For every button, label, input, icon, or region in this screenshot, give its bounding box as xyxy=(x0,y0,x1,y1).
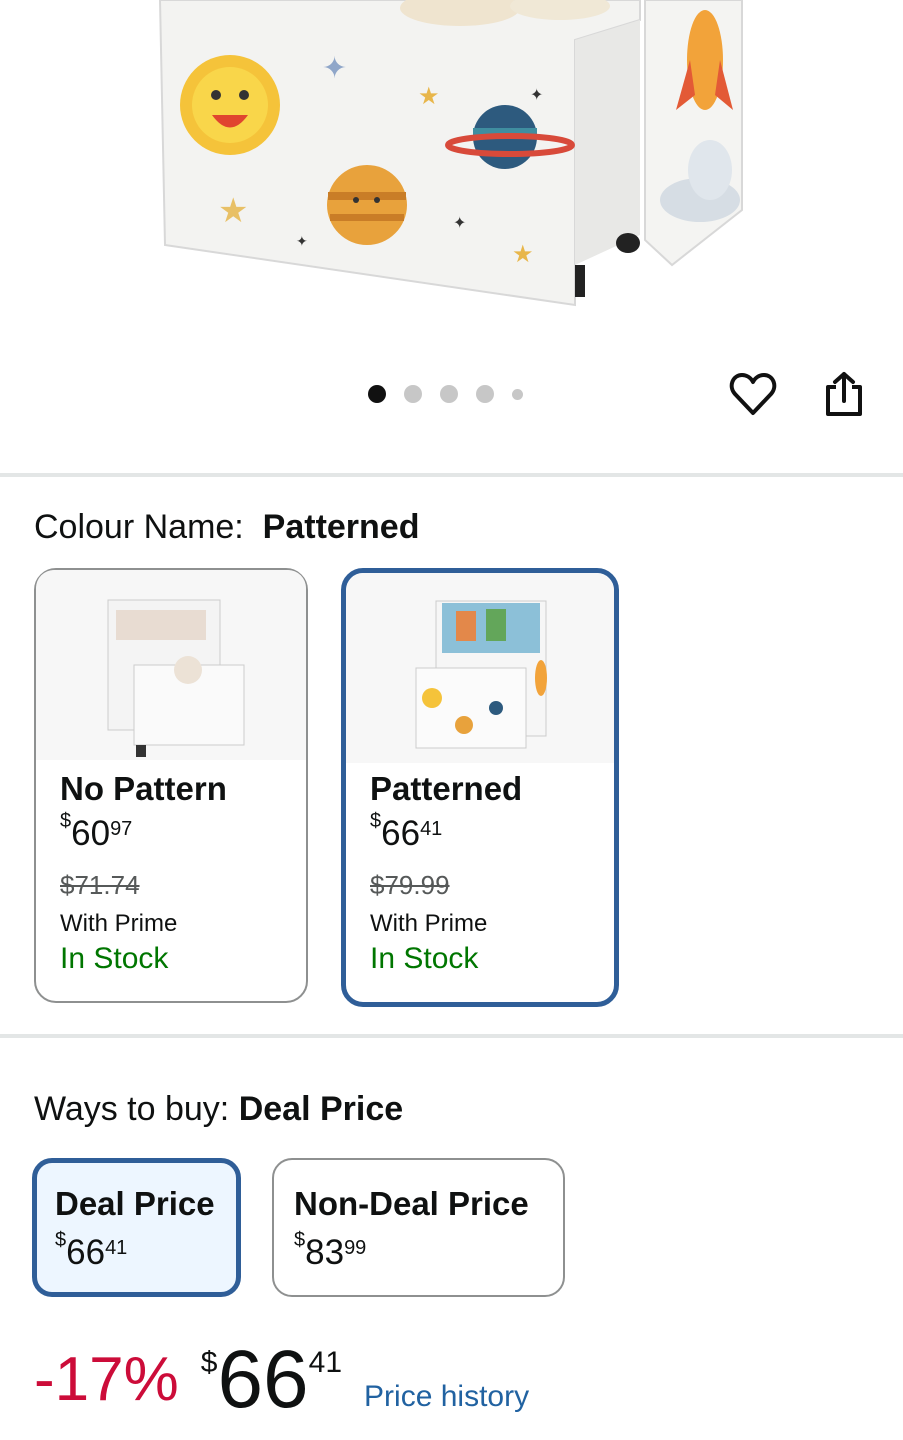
carousel-dot[interactable] xyxy=(404,385,422,403)
section-divider xyxy=(0,473,903,477)
svg-text:★: ★ xyxy=(218,192,248,230)
deal-price-option[interactable]: Deal Price $6641 xyxy=(32,1158,241,1297)
ways-to-buy-heading: Ways to buy: Deal Price xyxy=(34,1090,403,1129)
ways-to-buy-label: Ways to buy: xyxy=(34,1090,230,1128)
colour-option-stock: In Stock xyxy=(370,942,479,975)
colour-option-name: No Pattern xyxy=(60,770,227,807)
current-price: $ 66 41 xyxy=(200,1334,343,1425)
svg-text:✦: ✦ xyxy=(530,87,543,104)
share-icon xyxy=(826,372,862,416)
colour-option-no-pattern[interactable]: No Pattern $6097 $71.74 With Prime In St… xyxy=(34,568,308,1003)
svg-text:★: ★ xyxy=(512,241,534,268)
colour-option-prime: With Prime xyxy=(60,910,178,937)
svg-text:✦: ✦ xyxy=(296,233,308,249)
svg-text:✦: ✦ xyxy=(453,215,466,232)
buy-option-price: $6641 xyxy=(55,1229,128,1272)
product-image[interactable]: ✦ ★ ★ ★ ✦ ✦ ✦ xyxy=(0,0,903,350)
share-button[interactable] xyxy=(818,368,870,420)
colour-option-price: $6097 xyxy=(60,810,133,853)
colour-name-heading: Colour Name: Patterned xyxy=(34,508,419,547)
colour-option-name: Patterned xyxy=(370,770,523,807)
colour-option-stock: In Stock xyxy=(60,942,169,975)
colour-selected-value: Patterned xyxy=(262,508,420,546)
price-summary: -17% $ 66 41 Price history xyxy=(34,1334,529,1425)
colour-label: Colour Name: xyxy=(34,508,244,546)
svg-text:★: ★ xyxy=(418,83,440,110)
colour-thumbnail xyxy=(36,570,306,760)
colour-thumbnail xyxy=(346,573,614,763)
price-history-link[interactable]: Price history xyxy=(364,1380,529,1414)
image-carousel-dots[interactable] xyxy=(368,385,523,403)
buy-option-price: $8399 xyxy=(294,1229,367,1272)
buy-option-name: Non-Deal Price xyxy=(294,1185,529,1222)
section-divider xyxy=(0,1034,903,1038)
wishlist-button[interactable] xyxy=(727,368,779,420)
discount-percentage: -17% xyxy=(34,1345,179,1414)
svg-text:✦: ✦ xyxy=(322,52,347,85)
non-deal-price-option[interactable]: Non-Deal Price $8399 xyxy=(272,1158,565,1297)
carousel-dot[interactable] xyxy=(512,388,523,400)
price-cents: 41 xyxy=(308,1346,343,1379)
colour-option-list-price: $79.99 xyxy=(370,870,450,900)
currency-symbol: $ xyxy=(200,1346,218,1379)
buy-option-name: Deal Price xyxy=(55,1185,215,1222)
colour-option-prime: With Prime xyxy=(370,910,488,937)
carousel-dot[interactable] xyxy=(476,385,494,403)
price-whole: 66 xyxy=(217,1334,309,1425)
ways-to-buy-selected-value: Deal Price xyxy=(238,1090,404,1128)
heart-icon xyxy=(729,373,777,415)
carousel-dot[interactable] xyxy=(368,385,386,403)
carousel-dot[interactable] xyxy=(440,385,458,403)
colour-option-price: $6641 xyxy=(370,810,443,853)
colour-option-list-price: $71.74 xyxy=(60,870,140,900)
colour-option-patterned[interactable]: Patterned $6641 $79.99 With Prime In Sto… xyxy=(341,568,619,1007)
